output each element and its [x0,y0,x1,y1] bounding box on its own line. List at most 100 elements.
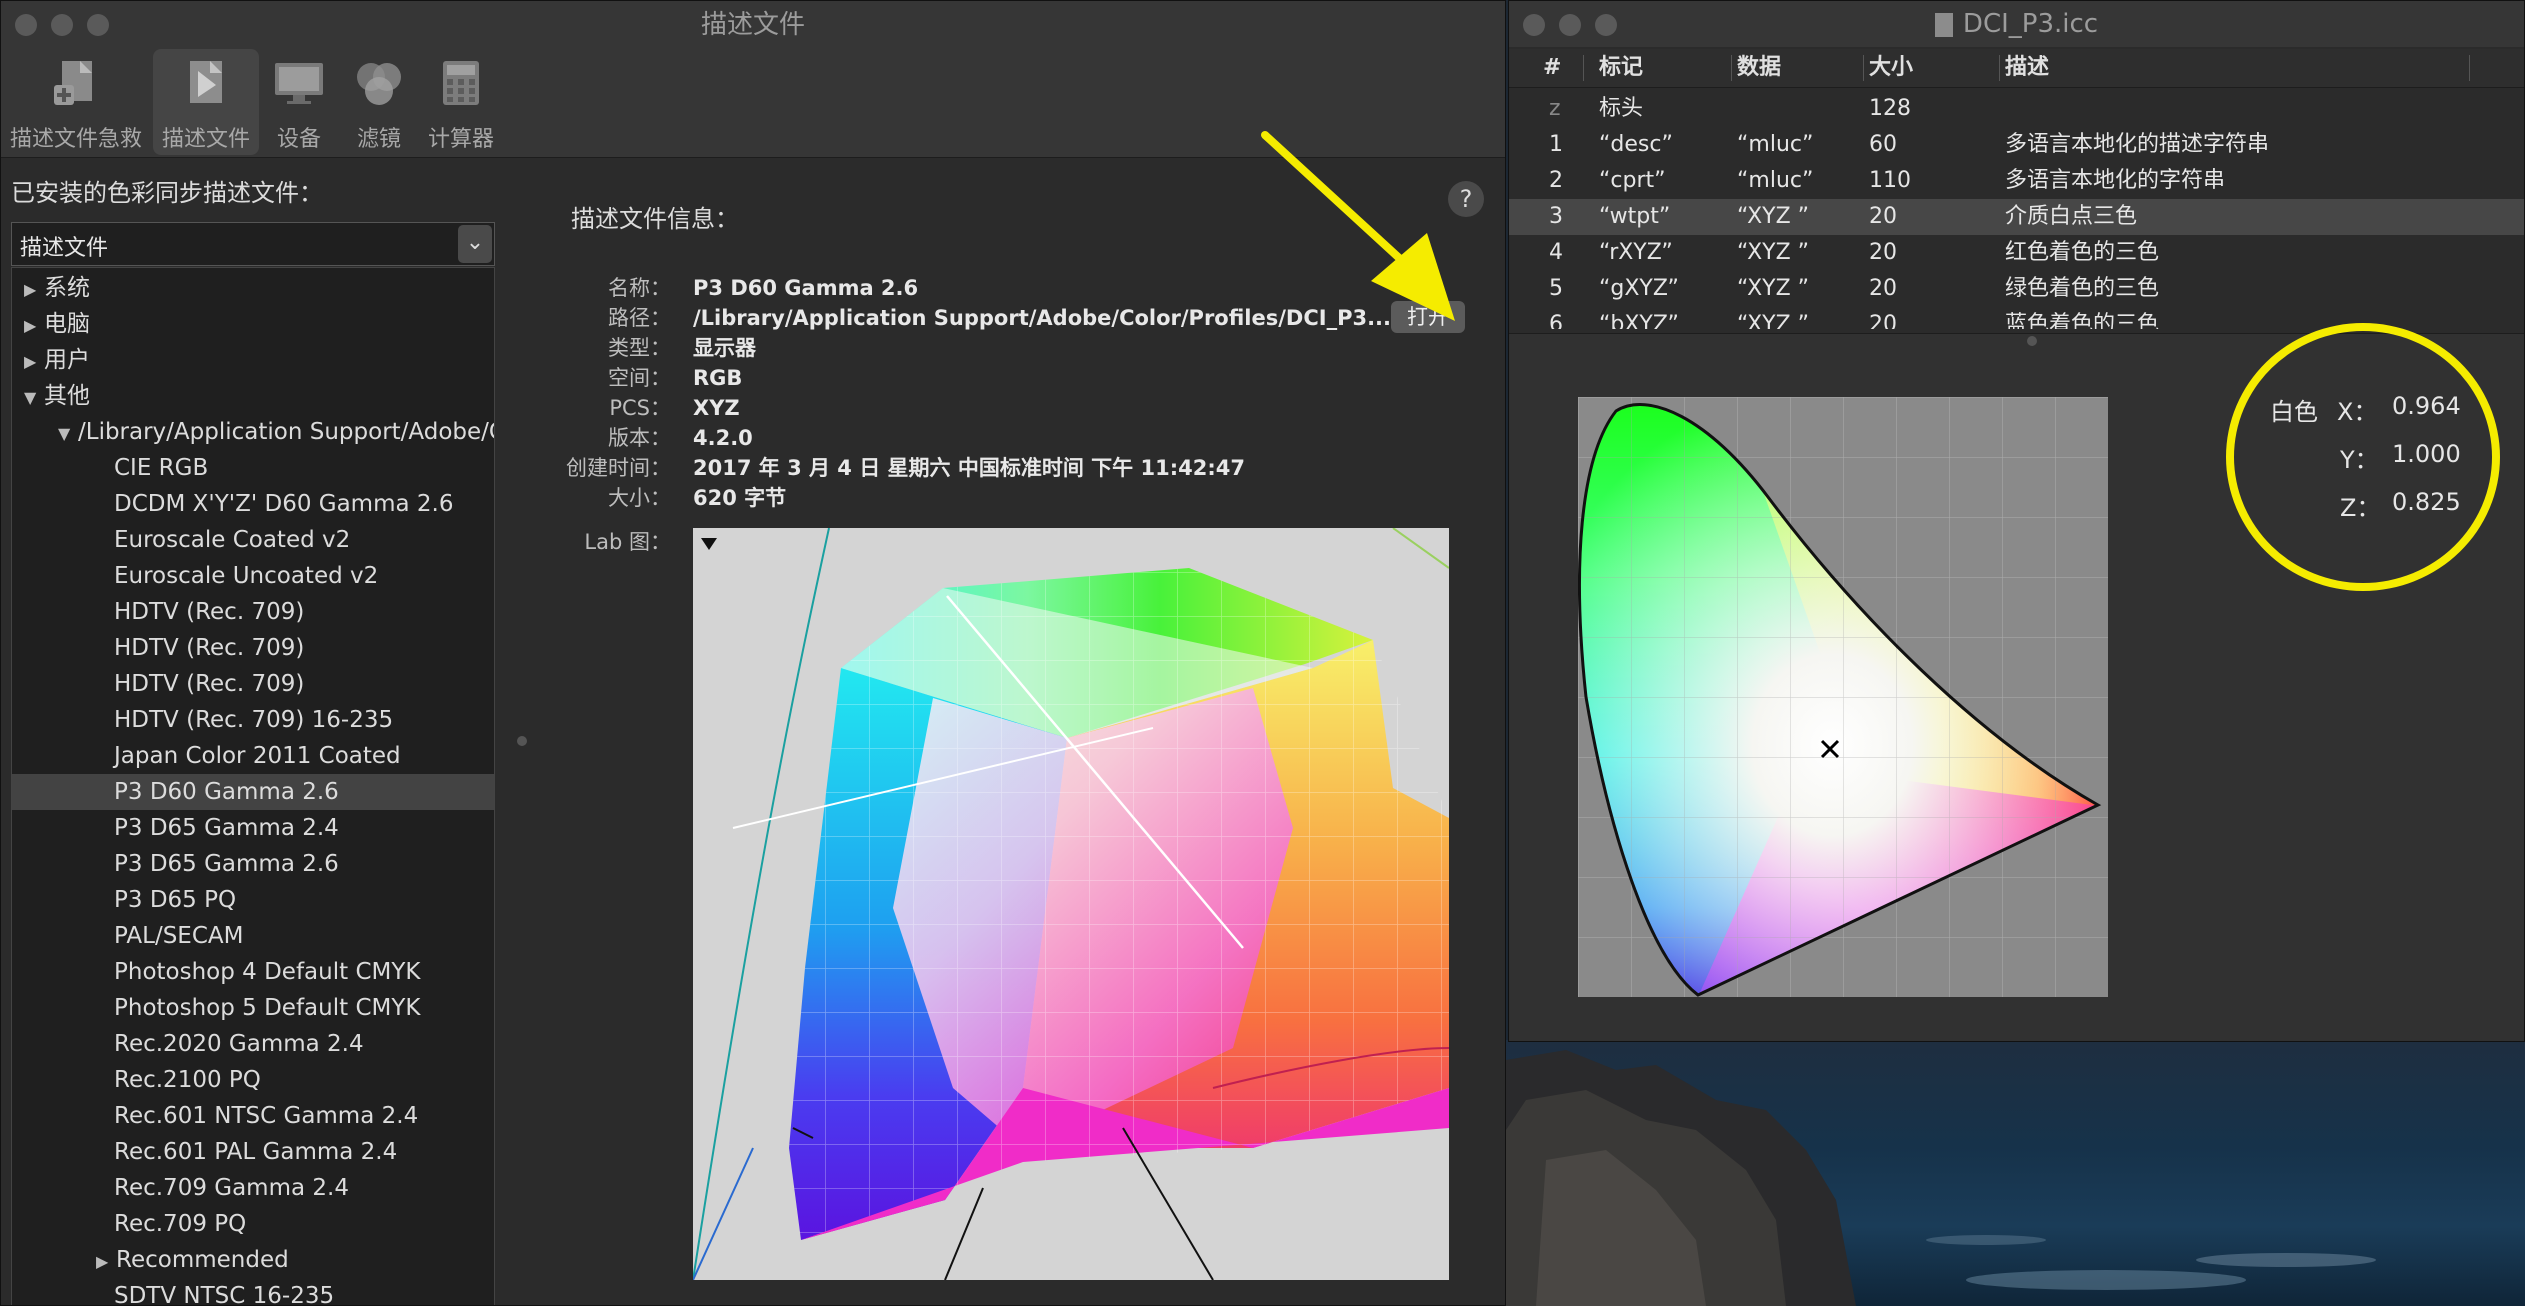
split-view-divider[interactable] [517,736,527,746]
info-field-label: 空间： [608,366,671,390]
profile-tree-item-label: PAL/SECAM [114,923,244,949]
profile-tree-item[interactable]: Euroscale Uncoated v2 [12,558,494,594]
tag-table-row[interactable]: 4 “rXYZ” “XYZ ” 20 红色着色的三色 [1509,235,2524,271]
minimize-button[interactable] [51,14,73,36]
tag-cell-desc: 多语言本地化的描述字符串 [2005,132,2270,157]
window-title: DCI_P3.icc [1962,9,2099,39]
disclosure-collapsed-icon[interactable]: ▶ [24,272,44,308]
display-device-icon [275,63,323,104]
title-bar[interactable]: 描述文件 [1,1,1505,49]
column-header-data[interactable]: 数据 [1737,49,1781,87]
profile-tree-item[interactable]: ▶ 用户 [12,342,494,378]
tag-cell-data: “mluc” [1737,132,1814,157]
info-field-value: RGB [693,366,743,390]
chevron-down-icon[interactable]: ⌄ [458,225,492,263]
split-handle[interactable] [2027,336,2037,346]
desktop-wallpaper [1506,1040,2525,1306]
toolbar-label: 计算器 [427,127,494,152]
toolbar-profiles[interactable]: 描述文件 [153,49,259,155]
profile-tree-item-label: HDTV (Rec. 709) [114,599,305,625]
toolbar-devices[interactable]: 设备 [259,49,339,155]
profile-tree-item[interactable]: Japan Color 2011 Coated [12,738,494,774]
tag-table-row[interactable]: 2 “cprt” “mluc” 110 多语言本地化的字符串 [1509,163,2524,199]
toolbar-filters[interactable]: 滤镜 [339,49,419,155]
profile-tree-item-label: Rec.601 PAL Gamma 2.4 [114,1139,398,1165]
profile-tree-item[interactable]: Photoshop 4 Default CMYK [12,954,494,990]
calculator-icon [443,61,479,105]
lab-gamut-render [693,528,1449,1280]
tag-table-row[interactable]: 5 “gXYZ” “XYZ ” 20 绿色着色的三色 [1509,271,2524,307]
column-header-tag[interactable]: 标记 [1599,49,1643,87]
tag-cell-size: 20 [1869,276,1897,301]
profile-tree-item[interactable]: ▶ 系统 [12,270,494,306]
close-button[interactable] [15,14,37,36]
profile-tree-item[interactable]: Rec.601 PAL Gamma 2.4 [12,1134,494,1170]
profile-tree-item-label: P3 D65 PQ [114,887,237,913]
profile-tree-item[interactable]: CIE RGB [12,450,494,486]
tag-cell-tag: “gXYZ” [1599,276,1679,301]
profile-tree-item[interactable]: HDTV (Rec. 709) [12,666,494,702]
disclosure-collapsed-icon[interactable]: ▶ [96,1244,116,1280]
info-field-label-row: 类型： [551,333,671,363]
profile-tree-item[interactable]: ▼/Library/Application Support/Adobe/C [12,414,494,450]
profile-tree-item[interactable]: P3 D65 Gamma 2.4 [12,810,494,846]
profile-tree-item[interactable]: Euroscale Coated v2 [12,522,494,558]
profile-tree-item[interactable]: P3 D60 Gamma 2.6 [12,774,494,810]
info-field-label-row: 版本： [551,423,671,453]
profile-tree-item[interactable]: ▼ 其他 [12,378,494,414]
disclosure-collapsed-icon[interactable]: ▶ [24,308,44,344]
disclosure-expanded-icon[interactable]: ▼ [58,416,78,452]
profile-tree-item-label: Rec.709 PQ [114,1211,247,1237]
tag-cell-desc: 多语言本地化的字符串 [2005,168,2226,193]
profile-tree-item[interactable]: Rec.2020 Gamma 2.4 [12,1026,494,1062]
column-separator [1583,55,1584,81]
profile-tree-item[interactable]: Rec.709 PQ [12,1206,494,1242]
disclosure-collapsed-icon[interactable]: ▶ [24,344,44,380]
profile-tree-item[interactable]: ▶ 电脑 [12,306,494,342]
filter-icon [357,63,401,105]
info-field-label-row: 大小： [551,483,671,513]
profile-tree-item[interactable]: PAL/SECAM [12,918,494,954]
minimize-button[interactable] [1559,14,1581,36]
tag-cell-tag: “wtpt” [1599,204,1671,229]
profile-tree-item[interactable]: SDTV NTSC 16-235 [12,1278,494,1306]
profile-tree-item-label: Recommended [116,1247,289,1273]
profile-filter-select[interactable]: 描述文件 ⌄ [11,222,495,266]
title-bar[interactable]: DCI_P3.icc [1509,1,2524,47]
disclosure-expanded-icon[interactable]: ▼ [24,380,44,416]
profile-tree-item[interactable]: P3 D65 PQ [12,882,494,918]
profile-tree-item[interactable]: Photoshop 5 Default CMYK [12,990,494,1026]
lab-gamut-plot[interactable] [693,528,1449,1280]
tag-table-row[interactable]: 3 “wtpt” “XYZ ” 20 介质白点三色 [1509,199,2524,235]
zoom-button[interactable] [1595,14,1617,36]
tag-table-row[interactable]: 1 “desc” “mluc” 60 多语言本地化的描述字符串 [1509,127,2524,163]
tag-table-row[interactable]: z 标头 128 [1509,91,2524,127]
zoom-button[interactable] [87,14,109,36]
column-header-description[interactable]: 描述 [2005,49,2049,87]
profile-tree-item[interactable]: HDTV (Rec. 709) [12,594,494,630]
profile-tree-item[interactable]: Rec.601 NTSC Gamma 2.4 [12,1098,494,1134]
profile-tree-item-label: SDTV NTSC 16-235 [114,1283,335,1306]
tag-cell-num: 5 [1549,276,1563,301]
toolbar-label: 滤镜 [356,127,401,152]
tag-cell-data: “mluc” [1737,168,1814,193]
toolbar-profile-first-aid[interactable]: 描述文件急救 [1,49,151,155]
column-header-size[interactable]: 大小 [1869,49,1913,87]
chromaticity-diagram [1578,397,2108,997]
column-header-number[interactable]: # [1543,49,1561,87]
profile-tree-item[interactable]: P3 D65 Gamma 2.6 [12,846,494,882]
profile-tree-item[interactable]: ▶ Recommended [12,1242,494,1278]
profile-tree-item[interactable]: DCDM X'Y'Z' D60 Gamma 2.6 [12,486,494,522]
tag-cell-size: 110 [1869,168,1911,193]
tag-cell-tag: “cprt” [1599,168,1666,193]
profile-tree-item[interactable]: Rec.2100 PQ [12,1062,494,1098]
profile-tree-item-label: Rec.601 NTSC Gamma 2.4 [114,1103,419,1129]
close-button[interactable] [1523,14,1545,36]
profile-tree-item[interactable]: HDTV (Rec. 709) 16-235 [12,702,494,738]
profile-tree-item-label: Japan Color 2011 Coated [114,743,401,769]
window-title: 描述文件 [700,10,805,40]
info-field-label: 版本： [608,426,671,450]
toolbar-calculator[interactable]: 计算器 [419,49,503,155]
profile-tree-item[interactable]: HDTV (Rec. 709) [12,630,494,666]
profile-tree-item[interactable]: Rec.709 Gamma 2.4 [12,1170,494,1206]
